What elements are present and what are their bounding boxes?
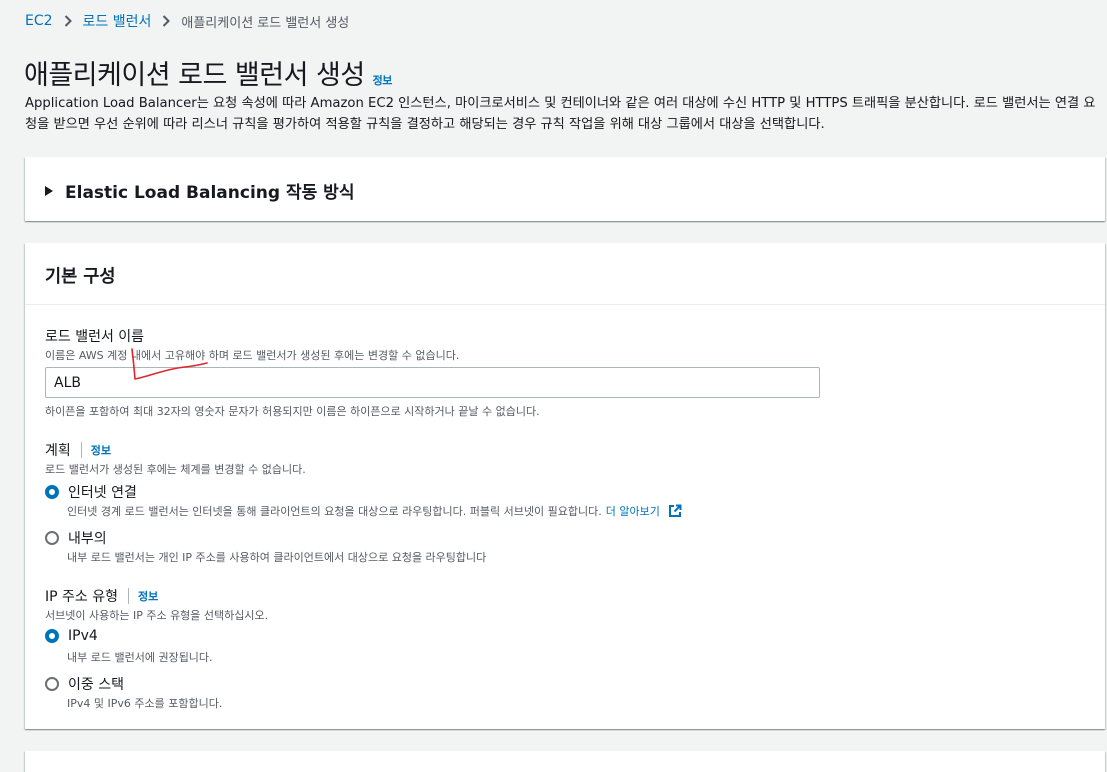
ip-type-ipv4-description: 내부 로드 밸런서에 권장됩니다.	[67, 651, 213, 664]
next-section-panel	[25, 751, 1105, 772]
lb-name-label-text: 로드 밸런서 이름	[45, 329, 145, 345]
scheme-label: 계획 정보	[45, 440, 111, 460]
ip-type-info-link[interactable]: 정보	[138, 588, 158, 604]
breadcrumb: EC2 로드 밸런서 애플리케이션 로드 밸런서 생성	[25, 11, 349, 31]
panel-divider	[25, 304, 1105, 305]
scheme-label-text: 계획	[45, 443, 71, 459]
ip-type-label: IP 주소 유형 정보	[45, 586, 158, 606]
lb-name-constraint: 하이픈을 포함하여 최대 32자의 영숫자 문자가 허용되지만 이름은 하이픈으…	[45, 405, 540, 418]
scheme-internal-label: 내부의	[68, 531, 107, 547]
ip-type-dualstack-option[interactable]: 이중 스택	[45, 674, 124, 694]
radio-ipv4[interactable]	[45, 629, 59, 643]
ip-type-dualstack-label: 이중 스택	[68, 677, 124, 693]
label-divider	[80, 442, 82, 458]
ip-type-ipv4-label: IPv4	[68, 628, 98, 644]
scheme-description: 로드 밸런서가 생성된 후에는 체계를 변경할 수 없습니다.	[45, 463, 306, 476]
chevron-right-icon	[162, 15, 171, 27]
internet-facing-description-text: 인터넷 경계 로드 밸런서는 인터넷을 통해 클라이언트의 요청을 대상으로 라…	[67, 505, 602, 518]
caret-right-icon	[45, 185, 53, 196]
radio-internet-facing[interactable]	[45, 485, 59, 499]
how-it-works-panel: Elastic Load Balancing 작동 방식	[25, 157, 1105, 221]
page-title: 애플리케이션 로드 밸런서 생성 정보	[24, 53, 392, 92]
external-link-icon[interactable]	[668, 504, 682, 518]
scheme-internet-facing-option[interactable]: 인터넷 연결	[45, 482, 137, 502]
basic-config-panel: 기본 구성 로드 밸런서 이름 이름은 AWS 계정 내에서 고유해야 하며 로…	[25, 243, 1105, 729]
annotation-mark	[131, 348, 208, 380]
page-info-link[interactable]: 정보	[373, 72, 393, 88]
lb-name-label: 로드 밸런서 이름	[45, 326, 144, 346]
lb-name-description: 이름은 AWS 계정 내에서 고유해야 하며 로드 밸런서가 생성된 후에는 변…	[45, 349, 460, 362]
breadcrumb-load-balancers[interactable]: 로드 밸런서	[83, 11, 152, 31]
scheme-internet-facing-description: 인터넷 경계 로드 밸런서는 인터넷을 통해 클라이언트의 요청을 대상으로 라…	[67, 503, 682, 519]
breadcrumb-ec2[interactable]: EC2	[25, 13, 53, 29]
scheme-info-link[interactable]: 정보	[91, 442, 111, 458]
ip-type-description: 서브넷이 사용하는 IP 주소 유형을 선택하십시오.	[45, 609, 269, 622]
scheme-internal-option[interactable]: 내부의	[45, 528, 107, 548]
ip-type-dualstack-description: IPv4 및 IPv6 주소를 포함합니다.	[67, 697, 223, 710]
label-divider	[128, 588, 129, 604]
radio-dualstack[interactable]	[45, 677, 59, 691]
how-it-works-toggle[interactable]: Elastic Load Balancing 작동 방식	[45, 178, 354, 203]
page-description: Application Load Balancer는 요청 속성에 따라 Ama…	[25, 96, 1096, 132]
ip-type-label-text: IP 주소 유형	[45, 589, 118, 605]
basic-config-title: 기본 구성	[45, 267, 116, 287]
learn-more-link[interactable]: 더 알아보기	[606, 503, 660, 519]
page-title-text: 애플리케이션 로드 밸런서 생성	[24, 60, 365, 91]
how-it-works-title: Elastic Load Balancing 작동 방식	[65, 183, 355, 203]
breadcrumb-current: 애플리케이션 로드 밸런서 생성	[181, 15, 350, 31]
chevron-right-icon	[64, 15, 72, 27]
scheme-internet-facing-label: 인터넷 연결	[68, 485, 137, 501]
radio-internal[interactable]	[45, 531, 59, 545]
ip-type-ipv4-option[interactable]: IPv4	[45, 628, 98, 644]
scheme-internal-description: 내부 로드 밸런서는 개인 IP 주소를 사용하여 클라이언트에서 대상으로 요…	[67, 551, 487, 564]
